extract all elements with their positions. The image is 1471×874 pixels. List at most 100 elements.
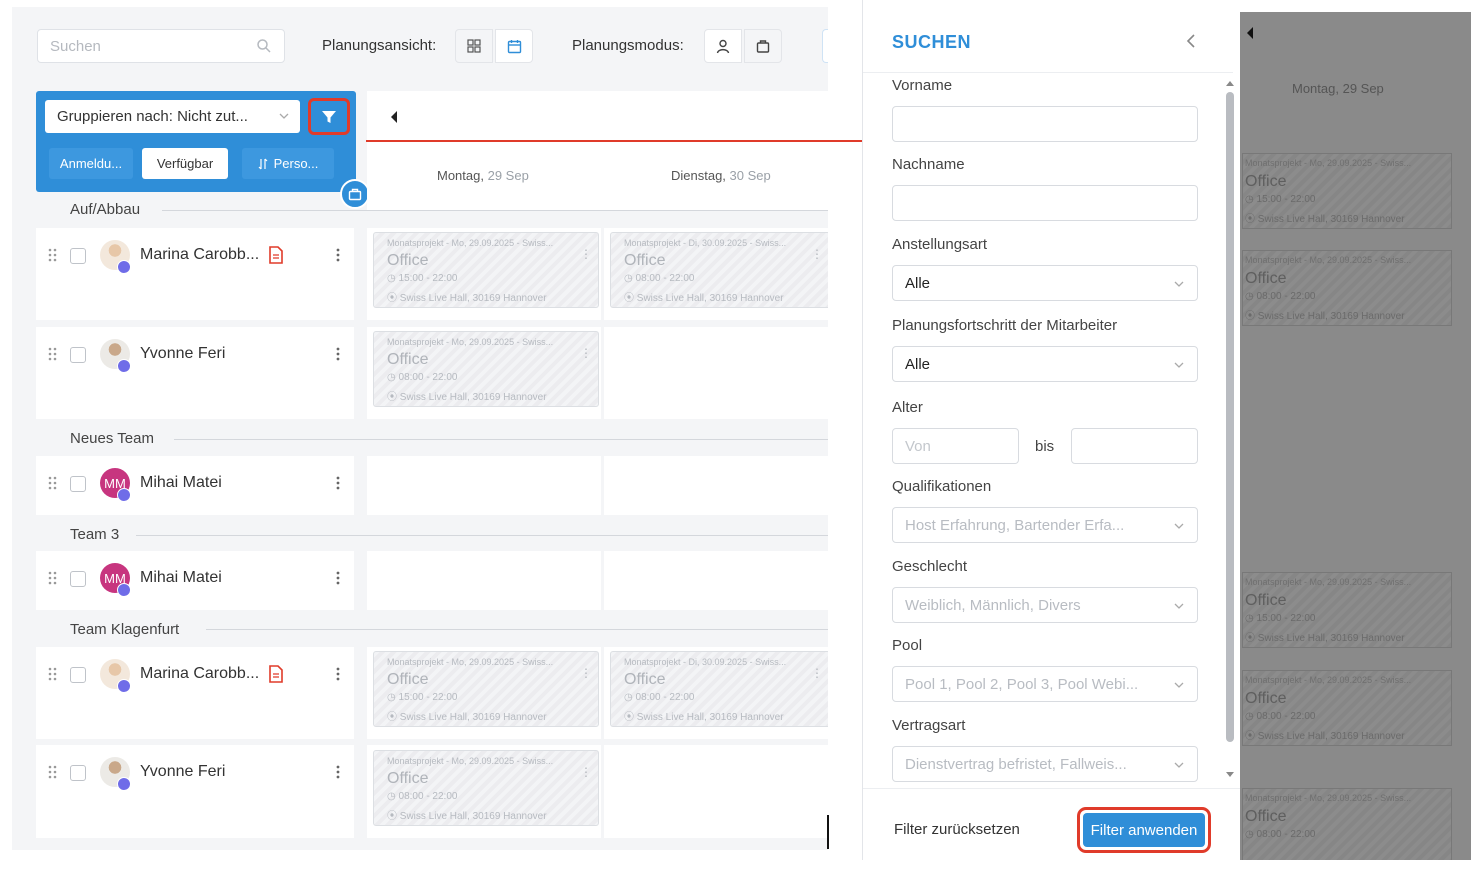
shift-location: ⦿ Swiss Live Hall, 30169 Hannover: [624, 712, 784, 723]
caret-left-icon[interactable]: [389, 110, 399, 124]
shift-more-icon[interactable]: ⋮: [811, 247, 823, 261]
status-badge: [117, 679, 131, 693]
drag-handle-icon[interactable]: [48, 476, 58, 490]
status-badge: [117, 260, 131, 274]
shift-more-icon[interactable]: ⋮: [580, 765, 592, 779]
pool-select[interactable]: Pool 1, Pool 2, Pool 3, Pool Webi...: [892, 666, 1198, 702]
shift-location: ⦿ Swiss Live Hall, 30169 Hannover: [1245, 214, 1405, 225]
gender-label: Geschlecht: [892, 558, 968, 575]
section-title: Team Klagenfurt: [70, 621, 180, 638]
more-options-icon[interactable]: [336, 571, 340, 585]
qualifications-select[interactable]: Host Erfahrung, Bartender Erfa...: [892, 507, 1198, 543]
calendar-cell[interactable]: [604, 551, 828, 610]
shift-card[interactable]: Monatsprojekt - Di, 30.09.2025 - Swiss..…: [610, 651, 828, 727]
tab-personnel[interactable]: Perso...: [242, 148, 334, 179]
employee-row[interactable]: Yvonne Feri: [36, 327, 354, 419]
shift-more-icon[interactable]: ⋮: [580, 666, 592, 680]
shift-role: Office: [624, 671, 666, 688]
panel-title: SUCHEN: [892, 32, 972, 52]
qualifications-label: Qualifikationen: [892, 478, 992, 495]
collapse-chevron-icon[interactable]: [1186, 33, 1196, 49]
shift-more-icon[interactable]: ⋮: [580, 247, 592, 261]
row-checkbox[interactable]: [70, 571, 86, 587]
filter-button[interactable]: [308, 98, 350, 135]
person-mode-button[interactable]: [704, 29, 742, 63]
shift-role: Office: [1245, 690, 1287, 707]
employee-row[interactable]: Yvonne Feri: [36, 745, 354, 838]
last-name-field[interactable]: [892, 185, 1198, 221]
dimmed-background-calendar: Montag, 29 Sep Monatsprojekt - Mo, 29.09…: [1240, 12, 1471, 860]
more-options-icon[interactable]: [336, 476, 340, 490]
section-divider: [136, 535, 828, 536]
bag-toggle-button[interactable]: [340, 179, 370, 209]
calendar-cell[interactable]: [604, 456, 828, 515]
tab-available[interactable]: Verfügbar: [142, 148, 228, 179]
gender-select[interactable]: Weiblich, Männlich, Divers: [892, 587, 1198, 623]
first-name-field[interactable]: [892, 106, 1198, 142]
calendar-view-button[interactable]: [495, 29, 533, 63]
status-badge: [117, 488, 131, 502]
shift-card[interactable]: Monatsprojekt - Mo, 29.09.2025 - Swiss..…: [373, 232, 599, 308]
shift-card: Monatsprojekt - Mo, 29.09.2025 - Swiss..…: [1242, 788, 1452, 860]
scroll-down-icon[interactable]: [1226, 772, 1234, 778]
row-checkbox[interactable]: [70, 765, 86, 781]
day-header-monday: Montag, 29 Sep: [437, 168, 529, 183]
shift-card[interactable]: Monatsprojekt - Mo, 29.09.2025 - Swiss..…: [373, 750, 599, 826]
shift-location: ⦿ Swiss Live Hall, 30169 Hannover: [1245, 731, 1405, 742]
toolbar-cut-element: [822, 29, 828, 63]
shift-time: ◷ 08:00 - 22:00: [387, 791, 458, 802]
employee-row[interactable]: Marina Carobb...: [36, 228, 354, 320]
calendar-cell[interactable]: [367, 551, 601, 610]
row-checkbox[interactable]: [70, 667, 86, 683]
employee-row[interactable]: MM Mihai Matei: [36, 456, 354, 515]
drag-handle-icon[interactable]: [48, 667, 58, 681]
apply-filter-button[interactable]: Filter anwenden: [1083, 813, 1205, 847]
annotation-arrow: [366, 134, 882, 148]
scroll-thumb[interactable]: [1226, 92, 1234, 742]
more-options-icon[interactable]: [336, 347, 340, 361]
employee-row[interactable]: MM Mihai Matei: [36, 551, 354, 610]
more-options-icon[interactable]: [336, 248, 340, 262]
employment-type-select[interactable]: Alle: [892, 265, 1198, 301]
more-options-icon[interactable]: [336, 765, 340, 779]
calendar-cell[interactable]: [367, 456, 601, 515]
drag-handle-icon[interactable]: [48, 248, 58, 262]
shift-card[interactable]: Monatsprojekt - Mo, 29.09.2025 - Swiss..…: [373, 651, 599, 727]
grid-view-button[interactable]: [455, 29, 493, 63]
calendar-cell[interactable]: [604, 327, 828, 419]
bag-mode-button[interactable]: [744, 29, 782, 63]
row-checkbox[interactable]: [70, 248, 86, 264]
document-warning-icon[interactable]: [269, 665, 283, 683]
tab-registration[interactable]: Anmeldu...: [49, 148, 133, 179]
drag-handle-icon[interactable]: [48, 347, 58, 361]
contract-select[interactable]: Dienstvertrag befristet, Fallweis...: [892, 746, 1198, 782]
age-from-field[interactable]: Von: [892, 428, 1019, 464]
search-input[interactable]: Suchen: [37, 29, 285, 63]
section-divider: [206, 629, 828, 630]
drag-handle-icon[interactable]: [48, 571, 58, 585]
group-by-select[interactable]: Gruppieren nach: Nicht zut...: [45, 100, 300, 133]
search-placeholder: Suchen: [50, 37, 101, 55]
shift-header: Monatsprojekt - Mo, 29.09.2025 - Swiss..…: [387, 657, 554, 667]
calendar-cell[interactable]: [604, 745, 828, 838]
shift-more-icon[interactable]: ⋮: [580, 346, 592, 360]
shift-more-icon[interactable]: ⋮: [811, 666, 823, 680]
row-checkbox[interactable]: [70, 476, 86, 492]
shift-card[interactable]: Monatsprojekt - Mo, 29.09.2025 - Swiss..…: [373, 331, 599, 407]
progress-select[interactable]: Alle: [892, 346, 1198, 382]
shift-location: ⦿ Swiss Live Hall, 30169 Hannover: [1245, 633, 1405, 644]
screenshot-stage: Suchen Planungsansicht: Planungsmodus: G…: [0, 0, 1471, 874]
age-to-field[interactable]: [1071, 428, 1198, 464]
chevron-down-icon: [1174, 682, 1184, 688]
document-warning-icon[interactable]: [269, 246, 283, 264]
scroll-up-icon[interactable]: [1226, 80, 1234, 86]
panel-scrollbar[interactable]: [1225, 80, 1235, 785]
search-icon: [257, 39, 271, 53]
shift-time: ◷ 15:00 - 22:00: [387, 273, 458, 284]
shift-card[interactable]: Monatsprojekt - Di, 30.09.2025 - Swiss..…: [610, 232, 828, 308]
drag-handle-icon[interactable]: [48, 765, 58, 779]
employee-row[interactable]: Marina Carobb...: [36, 647, 354, 739]
reset-filter-button[interactable]: Filter zurücksetzen: [894, 821, 1020, 838]
row-checkbox[interactable]: [70, 347, 86, 363]
more-options-icon[interactable]: [336, 667, 340, 681]
